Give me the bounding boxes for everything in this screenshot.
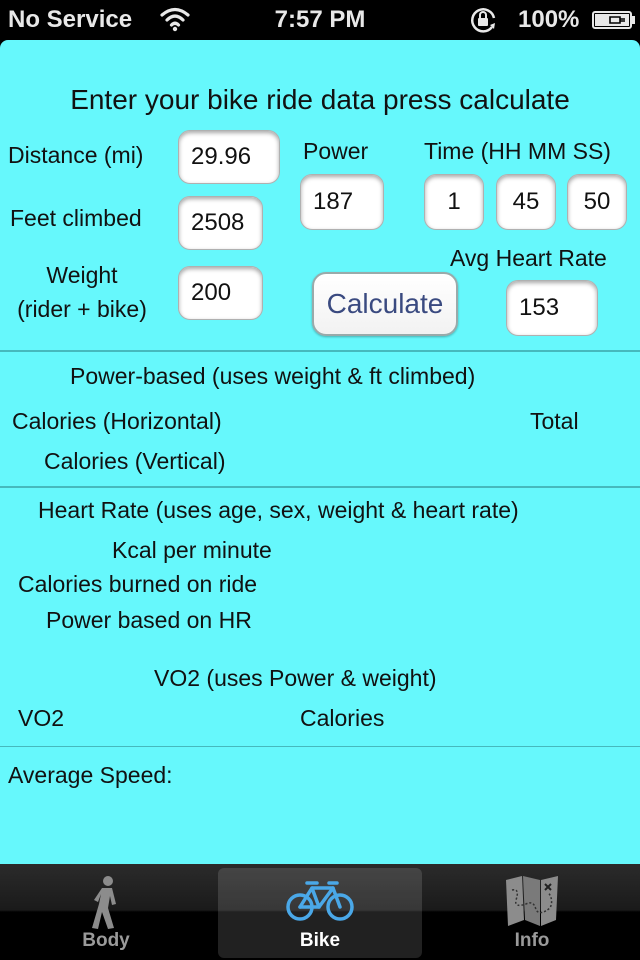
walking-person-icon xyxy=(92,876,116,929)
vo2-calories-label: Calories xyxy=(300,705,385,731)
avg-heart-rate-label: Avg Heart Rate xyxy=(450,245,607,271)
form-title: Enter your bike ride data press calculat… xyxy=(70,84,570,115)
battery-percent: 100% xyxy=(518,6,580,33)
weight-label: Weight xyxy=(46,262,118,288)
distance-label: Distance (mi) xyxy=(8,142,144,168)
time-minutes-input[interactable]: 45 xyxy=(496,174,556,230)
time-seconds-input[interactable]: 50 xyxy=(567,174,627,230)
tab-bike[interactable]: Bike xyxy=(218,868,422,958)
kcal-per-minute-label: Kcal per minute xyxy=(112,537,272,563)
calculate-button[interactable]: Calculate xyxy=(312,272,458,336)
calories-vertical-label: Calories (Vertical) xyxy=(44,448,226,474)
tab-label: Bike xyxy=(299,930,341,951)
time-hours-input[interactable]: 1 xyxy=(424,174,484,230)
feet-climbed-input[interactable]: 2508 xyxy=(178,196,263,250)
bike-calculator-view: Enter your bike ride data press calculat… xyxy=(0,40,640,864)
average-speed-label: Average Speed: xyxy=(8,762,173,788)
weight-sublabel: (rider + bike) xyxy=(17,296,147,322)
tab-label: Body xyxy=(82,930,130,951)
calories-horizontal-label: Calories (Horizontal) xyxy=(12,408,222,434)
divider xyxy=(0,746,640,747)
vo2-heading: VO2 (uses Power & weight) xyxy=(154,665,437,691)
bicycle-icon xyxy=(286,881,354,921)
avg-heart-rate-input[interactable]: 153 xyxy=(506,280,598,336)
power-based-heading: Power-based (uses weight & ft climbed) xyxy=(70,363,476,389)
time-label: Time (HH MM SS) xyxy=(424,138,611,164)
feet-climbed-label: Feet climbed xyxy=(10,205,142,231)
status-bar: No Service 7:57 PM 100% xyxy=(0,0,640,40)
map-icon xyxy=(506,876,558,926)
power-based-on-hr-label: Power based on HR xyxy=(46,607,252,633)
total-label: Total xyxy=(530,408,579,434)
tab-info[interactable]: Info xyxy=(430,868,634,958)
rotation-lock-icon xyxy=(471,8,496,33)
battery-charging-icon xyxy=(592,11,635,29)
calories-burned-label: Calories burned on ride xyxy=(18,571,258,597)
power-label: Power xyxy=(303,138,369,164)
tab-label: Info xyxy=(514,930,550,951)
divider xyxy=(0,486,640,488)
distance-input[interactable]: 29.96 xyxy=(178,130,280,184)
tab-bar: Body Bike Info xyxy=(0,864,640,960)
weight-input[interactable]: 200 xyxy=(178,266,263,320)
heart-rate-heading: Heart Rate (uses age, sex, weight & hear… xyxy=(38,497,519,523)
vo2-label: VO2 xyxy=(18,705,65,731)
divider xyxy=(0,350,640,352)
tab-body[interactable]: Body xyxy=(4,868,208,958)
power-input[interactable]: 187 xyxy=(300,174,384,230)
